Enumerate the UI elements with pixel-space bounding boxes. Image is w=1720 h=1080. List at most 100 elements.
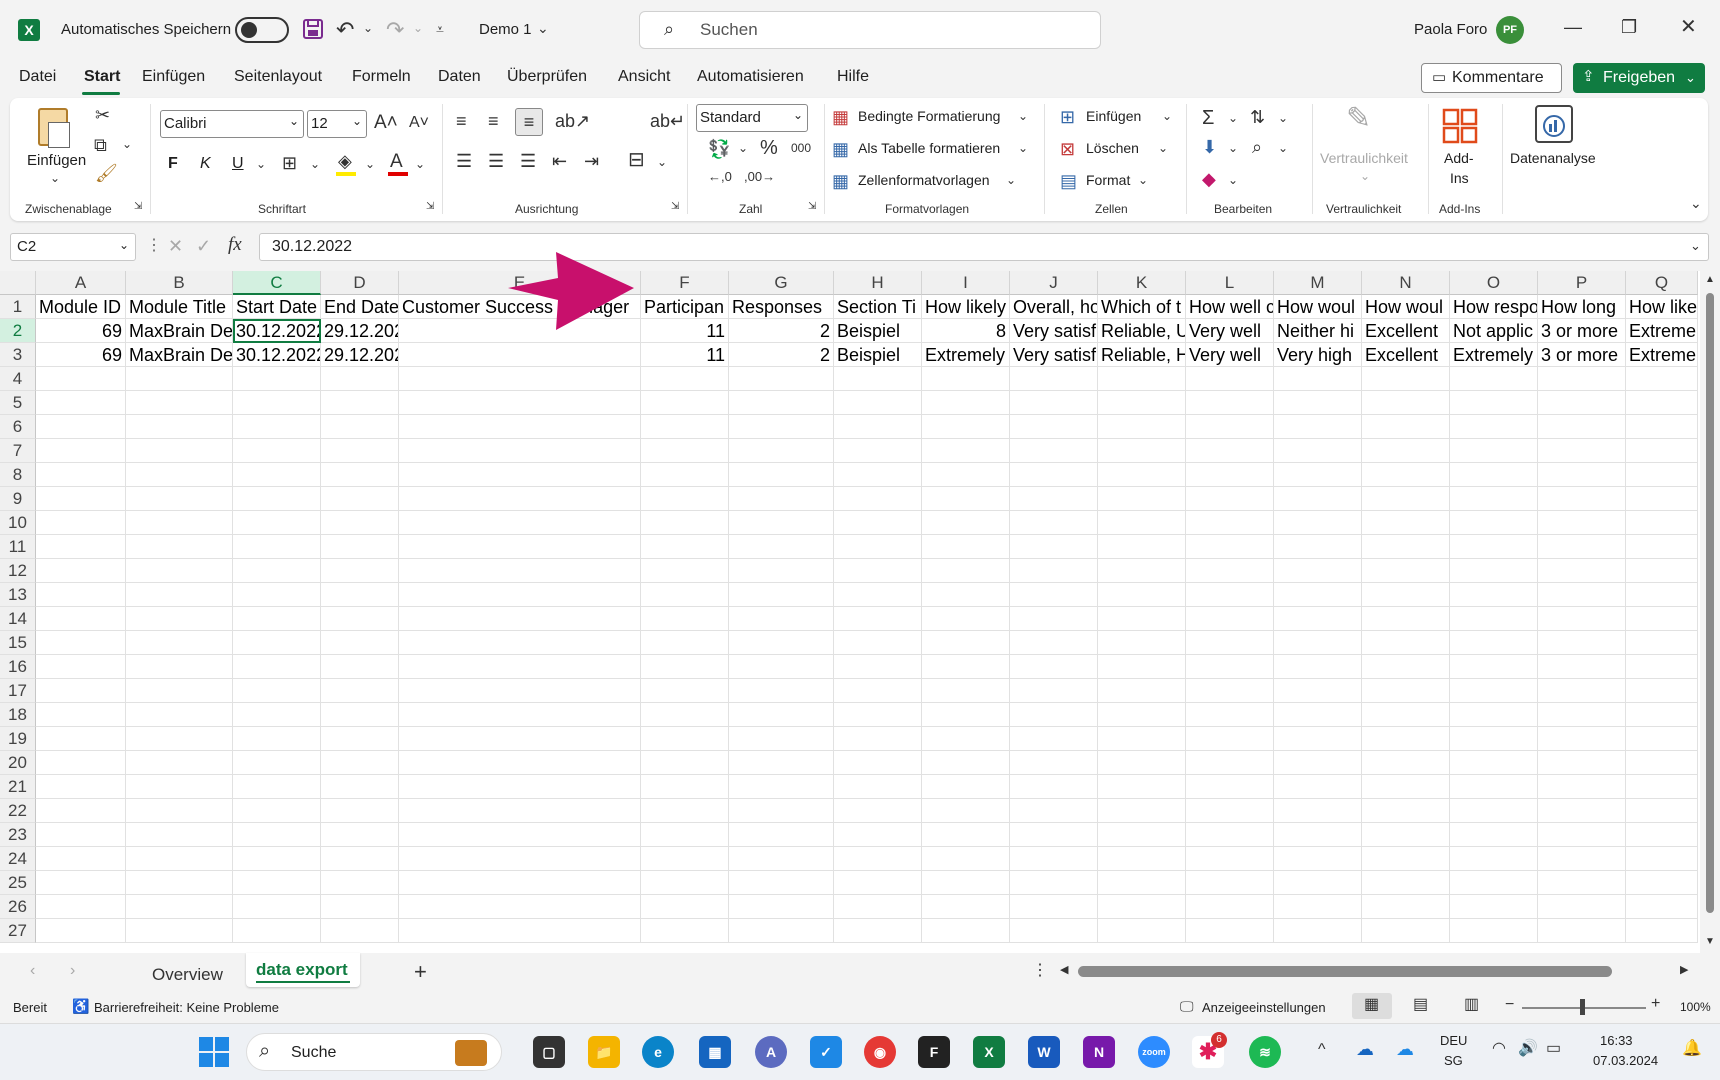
row-header-6[interactable]: 6 xyxy=(0,415,36,439)
cell-c27[interactable] xyxy=(233,919,321,943)
cell-a15[interactable] xyxy=(36,631,126,655)
cell-l25[interactable] xyxy=(1186,871,1274,895)
cell-d10[interactable] xyxy=(321,511,399,535)
cell-i27[interactable] xyxy=(922,919,1010,943)
cell-d26[interactable] xyxy=(321,895,399,919)
cell-l22[interactable] xyxy=(1186,799,1274,823)
cell-m7[interactable] xyxy=(1274,439,1362,463)
format-as-table-icon[interactable]: ▦ xyxy=(832,140,849,158)
column-header-o[interactable]: O xyxy=(1450,271,1538,295)
cell-f18[interactable] xyxy=(641,703,729,727)
doc-name-chevron-icon[interactable]: ⌄ xyxy=(537,21,549,35)
cell-a3[interactable]: 69 xyxy=(36,343,126,367)
cell-l21[interactable] xyxy=(1186,775,1274,799)
cell-n13[interactable] xyxy=(1362,583,1450,607)
cell-o27[interactable] xyxy=(1450,919,1538,943)
cell-g23[interactable] xyxy=(729,823,834,847)
cell-q22[interactable] xyxy=(1626,799,1698,823)
fill-icon[interactable]: ⬇ xyxy=(1202,138,1217,156)
merge-dropdown-icon[interactable]: ⌄ xyxy=(657,156,667,168)
todo-icon[interactable]: ✓ xyxy=(810,1036,842,1068)
cell-l13[interactable] xyxy=(1186,583,1274,607)
cell-n25[interactable] xyxy=(1362,871,1450,895)
tab-einfuegen[interactable]: Einfügen xyxy=(142,68,205,86)
zoom-slider-thumb[interactable] xyxy=(1580,999,1585,1015)
cell-o19[interactable] xyxy=(1450,727,1538,751)
cell-d6[interactable] xyxy=(321,415,399,439)
cell-h3[interactable]: Beispiel xyxy=(834,343,922,367)
row-header-12[interactable]: 12 xyxy=(0,559,36,583)
undo-icon[interactable]: ↶ xyxy=(336,19,354,41)
cell-g4[interactable] xyxy=(729,367,834,391)
insert-cells-button[interactable]: Einfügen xyxy=(1086,108,1141,124)
cell-d23[interactable] xyxy=(321,823,399,847)
cell-m15[interactable] xyxy=(1274,631,1362,655)
share-dropdown-icon[interactable]: ⌄ xyxy=(1685,63,1696,93)
cell-j26[interactable] xyxy=(1010,895,1098,919)
cell-k2[interactable]: Reliable, U xyxy=(1098,319,1186,343)
cell-q19[interactable] xyxy=(1626,727,1698,751)
cell-k19[interactable] xyxy=(1098,727,1186,751)
cell-d11[interactable] xyxy=(321,535,399,559)
cell-f6[interactable] xyxy=(641,415,729,439)
cell-n24[interactable] xyxy=(1362,847,1450,871)
align-right-icon[interactable]: ☰ xyxy=(520,152,536,170)
cell-c23[interactable] xyxy=(233,823,321,847)
cell-j6[interactable] xyxy=(1010,415,1098,439)
column-header-q[interactable]: Q xyxy=(1626,271,1698,295)
cell-g24[interactable] xyxy=(729,847,834,871)
undo-dropdown-icon[interactable]: ⌄ xyxy=(363,22,373,34)
keyboard-language[interactable]: DEU xyxy=(1440,1033,1467,1048)
chevron-down-icon[interactable]: ⌄ xyxy=(1006,174,1016,186)
row-header-18[interactable]: 18 xyxy=(0,703,36,727)
cell-a18[interactable] xyxy=(36,703,126,727)
decrease-indent-icon[interactable]: ⇤ xyxy=(552,152,567,170)
bold-button[interactable]: F xyxy=(168,155,178,173)
name-box[interactable]: C2 ⌄ xyxy=(10,233,136,261)
show-hidden-icons[interactable]: ^ xyxy=(1318,1042,1326,1058)
cell-f4[interactable] xyxy=(641,367,729,391)
cell-h25[interactable] xyxy=(834,871,922,895)
cell-p26[interactable] xyxy=(1538,895,1626,919)
cell-g14[interactable] xyxy=(729,607,834,631)
tab-formeln[interactable]: Formeln xyxy=(352,68,411,86)
figma-icon[interactable]: F xyxy=(918,1036,950,1068)
cell-d17[interactable] xyxy=(321,679,399,703)
cell-m10[interactable] xyxy=(1274,511,1362,535)
cell-d22[interactable] xyxy=(321,799,399,823)
cell-b8[interactable] xyxy=(126,463,233,487)
cell-f9[interactable] xyxy=(641,487,729,511)
cell-c1[interactable]: Start Date xyxy=(233,295,321,319)
cell-a6[interactable] xyxy=(36,415,126,439)
paste-dropdown-icon[interactable]: ⌄ xyxy=(50,172,60,184)
cell-p25[interactable] xyxy=(1538,871,1626,895)
cell-h27[interactable] xyxy=(834,919,922,943)
word-icon[interactable]: W xyxy=(1028,1036,1060,1068)
redo-dropdown-icon[interactable]: ⌄ xyxy=(413,22,423,34)
cell-h21[interactable] xyxy=(834,775,922,799)
cell-l11[interactable] xyxy=(1186,535,1274,559)
save-icon[interactable] xyxy=(302,18,324,40)
cell-m24[interactable] xyxy=(1274,847,1362,871)
file-explorer-icon[interactable]: 📁 xyxy=(588,1036,620,1068)
chevron-down-icon[interactable]: ⌄ xyxy=(1228,112,1238,124)
cell-o26[interactable] xyxy=(1450,895,1538,919)
cell-f10[interactable] xyxy=(641,511,729,535)
cell-k13[interactable] xyxy=(1098,583,1186,607)
cell-p3[interactable]: 3 or more xyxy=(1538,343,1626,367)
cell-k3[interactable]: Reliable, H xyxy=(1098,343,1186,367)
cell-k4[interactable] xyxy=(1098,367,1186,391)
cell-d24[interactable] xyxy=(321,847,399,871)
cell-q6[interactable] xyxy=(1626,415,1698,439)
cell-d13[interactable] xyxy=(321,583,399,607)
cell-styles-button[interactable]: Zellenformatvorlagen xyxy=(858,172,990,188)
cell-k27[interactable] xyxy=(1098,919,1186,943)
cell-k14[interactable] xyxy=(1098,607,1186,631)
cell-k16[interactable] xyxy=(1098,655,1186,679)
tab-split-handle-icon[interactable]: ⋮ xyxy=(1032,963,1048,979)
cell-c3[interactable]: 30.12.2022 xyxy=(233,343,321,367)
cell-q9[interactable] xyxy=(1626,487,1698,511)
cell-o17[interactable] xyxy=(1450,679,1538,703)
horizontal-scroll-thumb[interactable] xyxy=(1078,966,1612,977)
page-break-view-icon[interactable]: ▥ xyxy=(1464,997,1479,1013)
